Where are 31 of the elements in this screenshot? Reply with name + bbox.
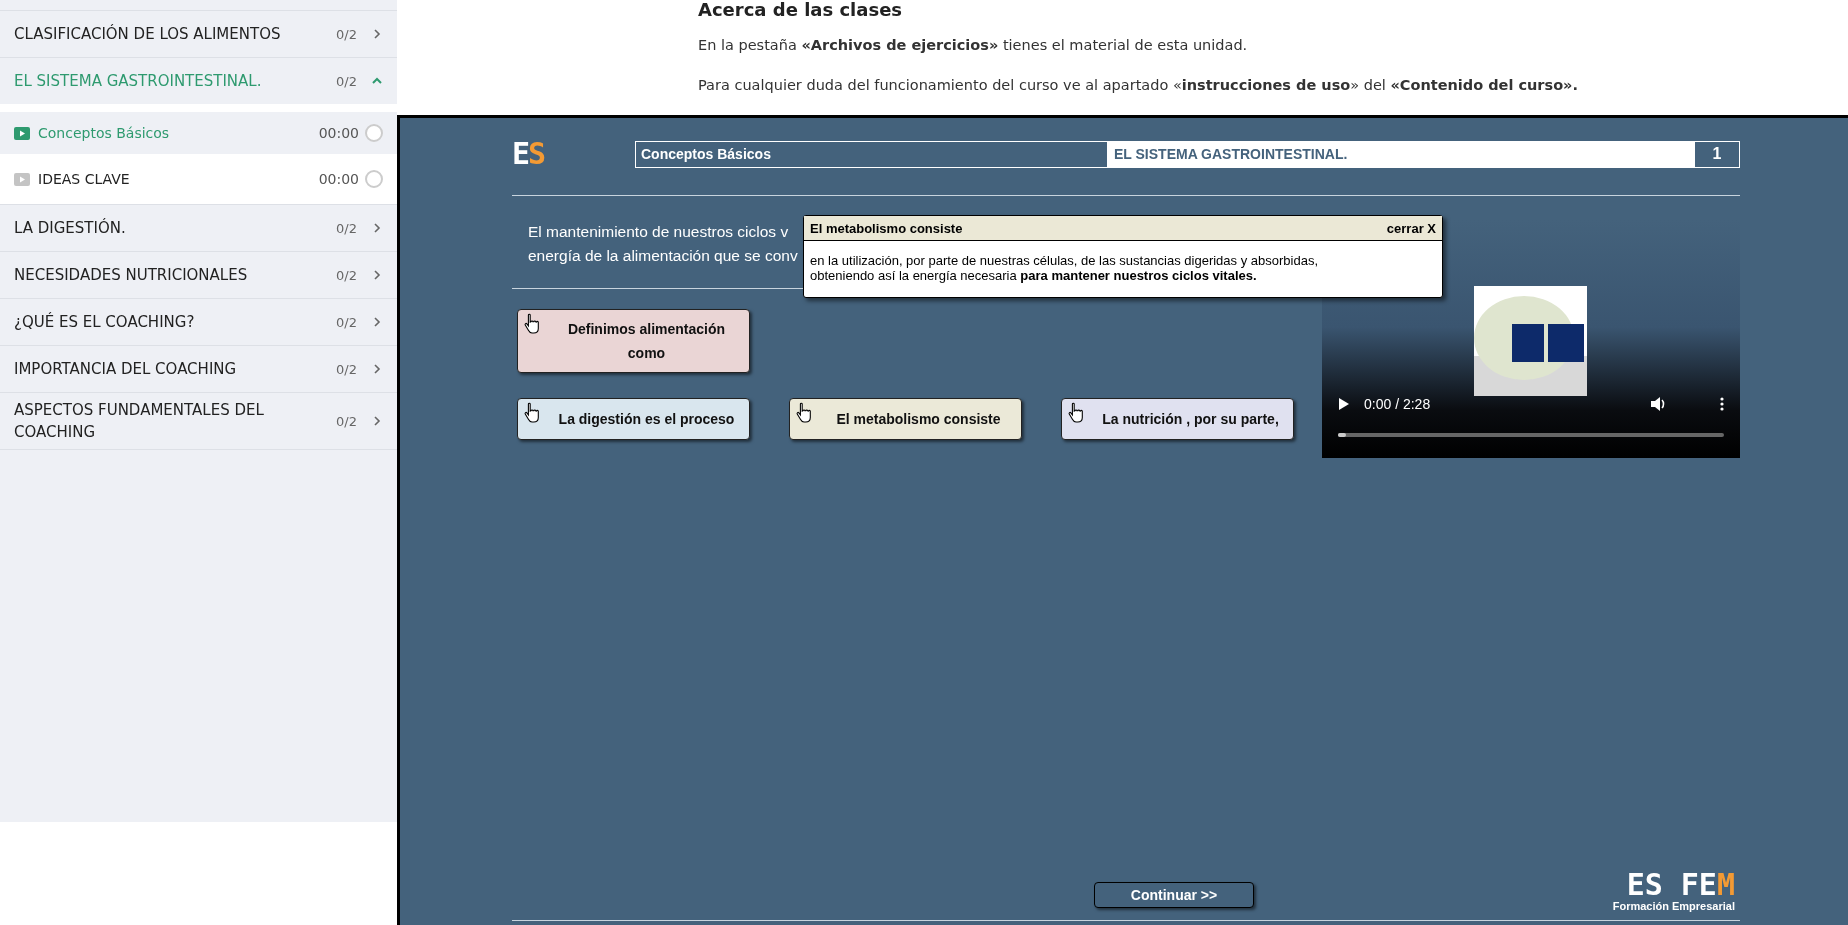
page-number: 1 xyxy=(1711,144,1723,164)
brand-tagline: Formación Empresarial xyxy=(1612,900,1735,912)
progress-count: 0/2 xyxy=(336,26,357,42)
popup-title: El metabolismo consiste xyxy=(810,220,963,236)
progress-count: 0/2 xyxy=(336,73,357,89)
progress-count: 0/2 xyxy=(336,361,357,377)
lesson-duration: 00:00 xyxy=(318,171,359,187)
section-title: EL SISTEMA GASTROINTESTINAL. xyxy=(14,71,263,92)
progress-count: 0/2 xyxy=(336,220,357,236)
brand-logo: ES FEM xyxy=(1626,870,1735,900)
popup-text: en la utilización, por parte de nuestras células, de las sustancias digeridas y absorbidas, obteniendo así la energía necesaria para mantener nuestros ciclos vitales. xyxy=(809,252,1319,285)
intro-text: El mantenimiento de nuestros ciclos v xyxy=(528,222,789,242)
lesson-title: Conceptos Básicos xyxy=(38,125,171,141)
section-title: IMPORTANCIA DEL COACHING xyxy=(14,359,238,380)
section-title: ASPECTOS FUNDAMENTALES DEL COACHING xyxy=(14,400,265,443)
lesson-title: IDEAS CLAVE xyxy=(38,171,131,187)
unit-label: EL SISTEMA GASTROINTESTINAL. xyxy=(1108,141,1695,167)
section-title: NECESIDADES NUTRICIONALES xyxy=(14,265,249,286)
info-paragraph: En la pestaña «Archivos de ejercicios» tienes el material de esta unidad. xyxy=(698,36,1249,54)
progress-count: 0/2 xyxy=(336,413,357,429)
section-heading: Acerca de las clases xyxy=(698,0,904,20)
info-paragraph: Para cualquier duda del funcionamiento del curso ve al apartado «instrucciones de uso» del «Contenido del curso». xyxy=(698,76,1579,94)
progress-count: 0/2 xyxy=(336,314,357,330)
section-title: CLASIFICACIÓN DE LOS ALIMENTOS xyxy=(14,23,282,45)
section-title: ¿QUÉ ES EL COACHING? xyxy=(14,311,196,333)
intro-text: energía de la alimentación que se conv xyxy=(528,246,798,266)
video-time: 0:00 / 2:28 xyxy=(1364,396,1432,412)
lesson-duration: 00:00 xyxy=(318,125,359,141)
logo: ES xyxy=(512,139,546,169)
section-title: LA DIGESTIÓN. xyxy=(14,217,127,239)
progress-count: 0/2 xyxy=(336,267,357,283)
